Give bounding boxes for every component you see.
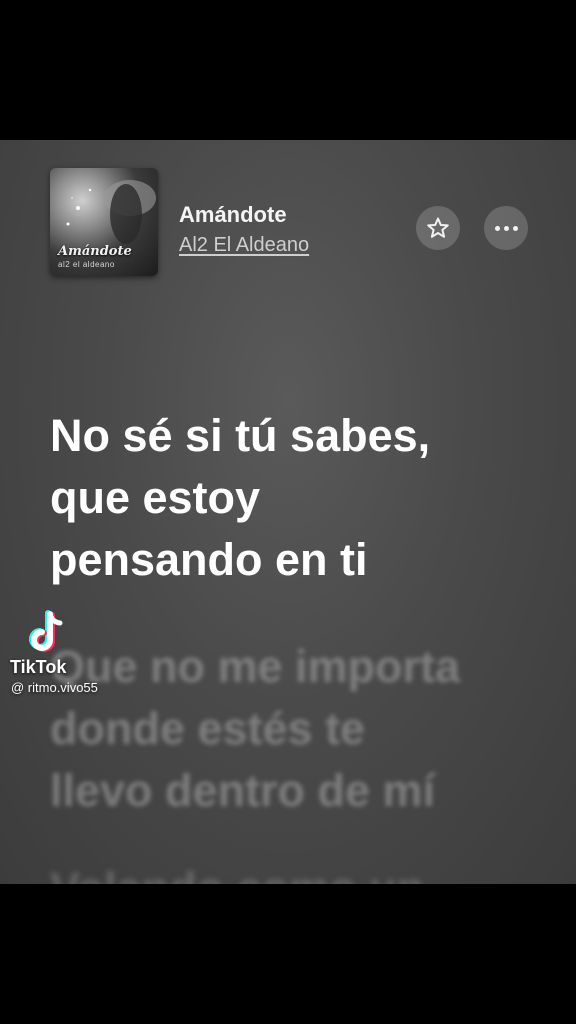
lyric-line: llevo dentro de mí: [50, 765, 436, 816]
lyric-line: que estoy: [50, 472, 261, 523]
tiktok-brand: TikTok: [10, 657, 67, 677]
artist-link[interactable]: Al2 El Aldeano: [179, 234, 309, 257]
lyric-line: Que no me importa: [50, 641, 461, 692]
lyric-line: No sé si tú sabes,: [50, 410, 431, 461]
cover-subtitle: al2 el aldeano: [58, 260, 115, 269]
more-options-button[interactable]: [484, 206, 528, 250]
page: Amándote al2 el aldeano Amándote Al2 El …: [0, 0, 576, 1024]
current-lyric[interactable]: No sé si tú sabes, que estoy pensando en…: [50, 405, 550, 591]
cover-title: Amándote: [58, 244, 132, 259]
more-horizontal-icon: [494, 225, 518, 231]
star-icon: [427, 217, 449, 238]
tiktok-logo-icon: [29, 610, 63, 652]
favorite-button[interactable]: [416, 206, 460, 250]
lyric-line: Volando como un: [50, 858, 550, 884]
upcoming-lyric[interactable]: Que no me importa donde estés te llevo d…: [50, 636, 550, 822]
tiktok-username: @ ritmo.vivo55: [11, 680, 98, 695]
album-cover[interactable]: Amándote al2 el aldeano: [50, 168, 158, 276]
lyrics-screen: Amándote al2 el aldeano Amándote Al2 El …: [0, 140, 576, 884]
track-title: Amándote: [179, 202, 287, 227]
lyric-line: donde estés te: [50, 703, 366, 754]
lyric-line: pensando en ti: [50, 534, 368, 585]
partial-lyric[interactable]: Volando como un: [50, 858, 550, 884]
